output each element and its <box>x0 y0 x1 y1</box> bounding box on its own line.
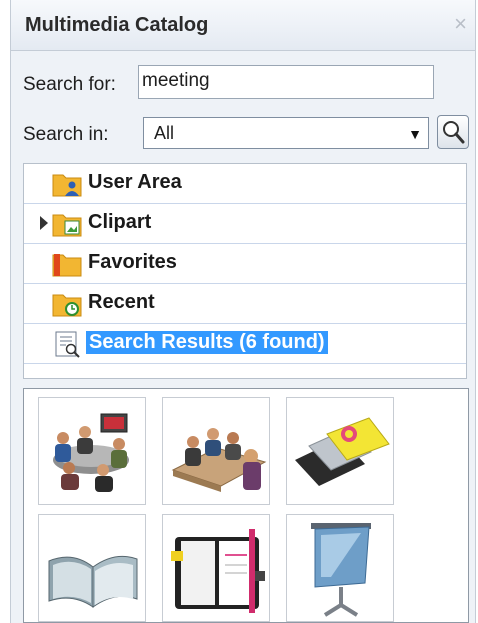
tree-item-favorites[interactable]: Favorites <box>24 244 466 284</box>
tree-item-label: Search Results (6 found) <box>86 331 328 354</box>
catalog-tree: User Area Clipart Favorites Recent Searc… <box>23 163 467 379</box>
result-thumbnail[interactable] <box>162 397 270 505</box>
business-meeting-icon <box>171 428 267 492</box>
tree-item-search-results[interactable]: Search Results (6 found) <box>24 324 466 364</box>
search-scope-value: All <box>154 123 175 143</box>
result-thumbnail[interactable] <box>38 397 146 505</box>
tree-item-recent[interactable]: Recent <box>24 284 466 324</box>
search-in-label: Search in: <box>23 124 109 145</box>
result-thumbnail[interactable] <box>38 514 146 622</box>
search-icon <box>443 121 465 144</box>
tree-item-label: User Area <box>88 171 182 193</box>
tree-item-label: Recent <box>88 291 155 313</box>
clipart-folder-icon <box>52 214 82 237</box>
search-input[interactable]: meeting <box>138 65 434 99</box>
recent-folder-icon <box>52 294 82 317</box>
chevron-down-icon[interactable]: ▼ <box>408 126 422 142</box>
planner-organizer-icon <box>171 529 265 613</box>
panel-titlebar: Multimedia Catalog × <box>11 0 475 51</box>
expand-arrow-icon[interactable] <box>40 216 48 230</box>
search-results-icon <box>55 331 80 358</box>
search-button[interactable] <box>437 115 469 149</box>
panel-title: Multimedia Catalog <box>25 14 209 36</box>
tree-item-clipart[interactable]: Clipart <box>24 204 466 244</box>
result-thumbnail[interactable] <box>286 514 394 622</box>
projection-screen-icon <box>311 523 371 617</box>
result-thumbnail[interactable] <box>162 514 270 622</box>
tree-item-user-area[interactable]: User Area <box>24 164 466 204</box>
favorites-folder-icon <box>52 254 82 277</box>
video-conference-meeting-icon <box>53 413 129 492</box>
search-results-gallery <box>23 388 469 623</box>
search-for-label: Search for: <box>23 74 116 95</box>
result-thumbnail[interactable] <box>286 397 394 505</box>
business-cards-icon <box>295 417 390 486</box>
close-icon[interactable]: × <box>454 13 467 35</box>
tree-item-label: Clipart <box>88 211 152 233</box>
open-notebook-icon <box>48 555 138 608</box>
tree-item-label: Favorites <box>88 251 177 273</box>
user-folder-icon <box>52 174 82 197</box>
multimedia-catalog-panel: Multimedia Catalog × Search for: meeting… <box>10 0 476 623</box>
search-scope-select[interactable]: All ▼ <box>143 117 429 149</box>
